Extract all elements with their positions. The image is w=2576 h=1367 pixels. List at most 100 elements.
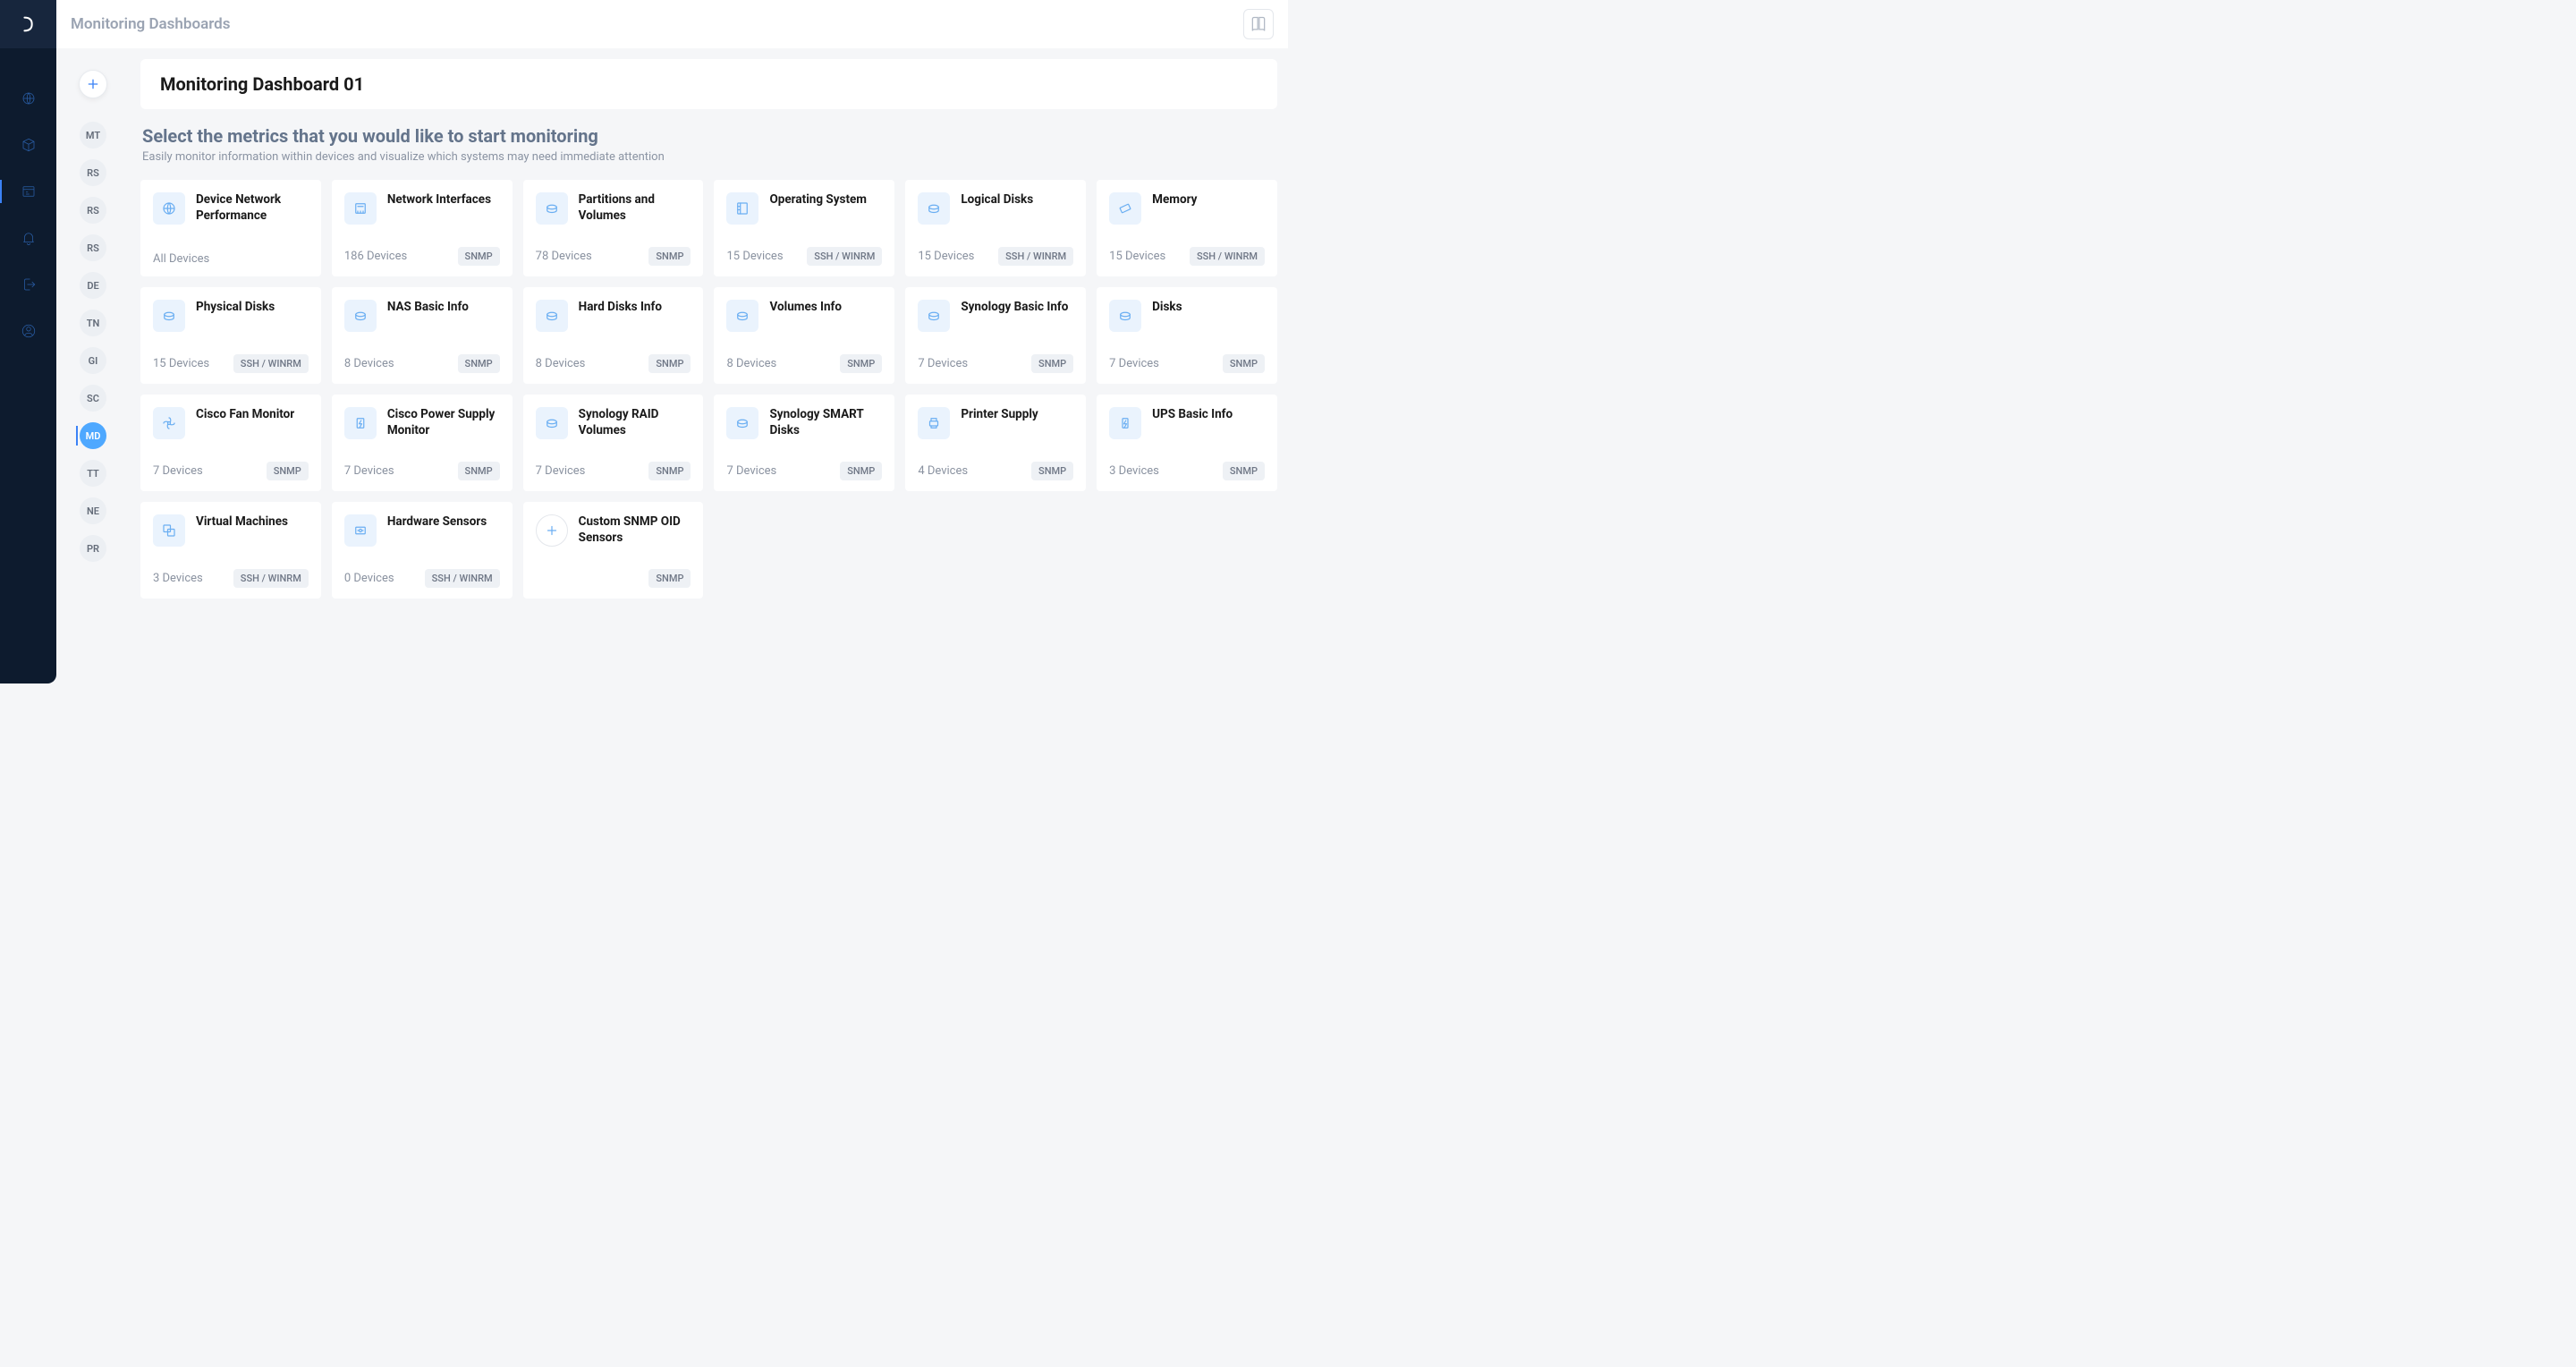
metric-card[interactable]: Custom SNMP OID SensorsSNMP (523, 502, 704, 599)
dashboard-pill-de-4[interactable]: DE (80, 272, 106, 299)
dashboard-pill-rs-2[interactable]: RS (80, 197, 106, 224)
metric-protocol-tag: SNMP (840, 462, 882, 480)
metric-card[interactable]: Device Network PerformanceAll Devices (140, 180, 321, 276)
nav-alerts-icon[interactable] (0, 215, 56, 261)
disk-icon (726, 300, 758, 332)
metric-card[interactable]: Synology SMART Disks7 DevicesSNMP (714, 395, 894, 491)
metric-title: Partitions and Volumes (579, 192, 691, 224)
section-title: Select the metrics that you would like t… (142, 125, 1277, 147)
metric-title: Synology RAID Volumes (579, 407, 691, 438)
metric-card[interactable]: Cisco Fan Monitor7 DevicesSNMP (140, 395, 321, 491)
metric-device-count: 15 Devices (726, 250, 783, 263)
metric-protocol-tag: SNMP (648, 462, 691, 480)
metric-protocol-tag: SSH / WINRM (1190, 247, 1265, 266)
metric-device-count: 7 Devices (153, 464, 203, 478)
dashboard-pill-rs-3[interactable]: RS (80, 234, 106, 261)
metric-protocol-tag: SNMP (840, 354, 882, 373)
dashboard-pill-rs-1[interactable]: RS (80, 159, 106, 186)
metric-protocol-tag: SSH / WINRM (425, 569, 500, 588)
metric-device-count: 8 Devices (344, 357, 394, 370)
metric-title: Volumes Info (769, 300, 842, 316)
nav-logout-icon[interactable] (0, 261, 56, 308)
metric-card[interactable]: Partitions and Volumes78 DevicesSNMP (523, 180, 704, 276)
metric-title: NAS Basic Info (387, 300, 469, 316)
metric-card[interactable]: Logical Disks15 DevicesSSH / WINRM (905, 180, 1086, 276)
plus-icon (86, 77, 100, 91)
metric-protocol-tag: SNMP (648, 354, 691, 373)
metric-card[interactable]: Synology Basic Info7 DevicesSNMP (905, 287, 1086, 384)
metric-protocol-tag: SNMP (458, 354, 500, 373)
metric-protocol-tag: SNMP (1223, 462, 1265, 480)
nav-rail (0, 0, 56, 684)
metric-card[interactable]: Operating System15 DevicesSSH / WINRM (714, 180, 894, 276)
metric-protocol-tag: SSH / WINRM (233, 569, 309, 588)
metric-device-count: 15 Devices (918, 250, 974, 263)
nav-cube-icon[interactable] (0, 122, 56, 168)
metric-card[interactable]: Physical Disks15 DevicesSSH / WINRM (140, 287, 321, 384)
dashboard-title: Monitoring Dashboard 01 (160, 73, 1258, 95)
section-heading: Select the metrics that you would like t… (140, 125, 1277, 164)
metric-title: Operating System (769, 192, 867, 208)
metric-card[interactable]: Cisco Power Supply Monitor7 DevicesSNMP (332, 395, 513, 491)
fan-icon (153, 407, 185, 439)
dashboard-pill-pr-11[interactable]: PR (80, 535, 106, 562)
metric-protocol-tag: SNMP (458, 247, 500, 266)
metric-card[interactable]: Network Interfaces186 DevicesSNMP (332, 180, 513, 276)
section-subtitle: Easily monitor information within device… (142, 150, 1277, 164)
dashboard-pill-ne-10[interactable]: NE (80, 497, 106, 524)
disk-icon (153, 300, 185, 332)
dashboard-pill-sc-7[interactable]: SC (80, 385, 106, 412)
metric-device-count: 15 Devices (1109, 250, 1165, 263)
metric-device-count: 7 Devices (1109, 357, 1159, 370)
dashboard-pill-tn-5[interactable]: TN (80, 310, 106, 336)
app-logo (0, 0, 56, 48)
metric-title: Memory (1152, 192, 1197, 208)
metric-card[interactable]: Hardware Sensors0 DevicesSSH / WINRM (332, 502, 513, 599)
nav-network-icon[interactable] (0, 75, 56, 122)
metric-device-count: 78 Devices (536, 250, 592, 263)
page-header: Monitoring Dashboards (56, 0, 1288, 48)
metric-title: Hardware Sensors (387, 514, 487, 531)
metric-device-count: 8 Devices (536, 357, 586, 370)
metric-card[interactable]: NAS Basic Info 8 Devices SNMP (332, 287, 513, 384)
dashboard-pill-mt-0[interactable]: MT (80, 122, 106, 149)
printer-icon (918, 407, 950, 439)
metric-device-count: 7 Devices (536, 464, 586, 478)
nav-dashboards-icon[interactable] (0, 168, 56, 215)
nav-user-icon[interactable] (0, 308, 56, 354)
metric-card[interactable]: Synology RAID Volumes 7 Devices SNMP (523, 395, 704, 491)
metric-protocol-tag: SNMP (1031, 462, 1073, 480)
metric-card[interactable]: Hard Disks Info 8 Devices SNMP (523, 287, 704, 384)
metric-device-count: 4 Devices (918, 464, 968, 478)
metric-title: Virtual Machines (196, 514, 288, 531)
disk-icon (726, 407, 758, 439)
disk-icon (536, 407, 568, 439)
sensor-icon (344, 514, 377, 547)
add-dashboard-button[interactable] (79, 70, 107, 98)
plus-icon (536, 514, 568, 547)
header-title: Monitoring Dashboards (71, 15, 1243, 33)
metric-protocol-tag: SSH / WINRM (998, 247, 1073, 266)
disk-icon (344, 300, 377, 332)
globe-icon (153, 192, 185, 225)
dashboard-pill-tt-9[interactable]: TT (80, 460, 106, 487)
metric-title: Printer Supply (961, 407, 1038, 423)
dashboard-pill-gi-6[interactable]: GI (80, 347, 106, 374)
metric-card[interactable]: Virtual Machines3 DevicesSSH / WINRM (140, 502, 321, 599)
metric-title: Hard Disks Info (579, 300, 662, 316)
metric-device-count: 7 Devices (726, 464, 776, 478)
metric-protocol-tag: SNMP (458, 462, 500, 480)
metric-card[interactable]: Disks7 DevicesSNMP (1097, 287, 1277, 384)
metric-title: Network Interfaces (387, 192, 491, 208)
memory-icon (1109, 192, 1141, 225)
metric-protocol-tag: SNMP (1031, 354, 1073, 373)
metric-card[interactable]: Printer Supply 4 Devices SNMP (905, 395, 1086, 491)
metric-protocol-tag: SNMP (648, 569, 691, 588)
docs-button[interactable] (1243, 9, 1274, 39)
metric-card[interactable]: UPS Basic Info3 DevicesSNMP (1097, 395, 1277, 491)
metric-card[interactable]: Memory 15 Devices SSH / WINRM (1097, 180, 1277, 276)
metric-card[interactable]: Volumes Info8 DevicesSNMP (714, 287, 894, 384)
dashboard-pill-md-8[interactable]: MD (80, 422, 106, 449)
power-icon (344, 407, 377, 439)
ups-icon (1109, 407, 1141, 439)
